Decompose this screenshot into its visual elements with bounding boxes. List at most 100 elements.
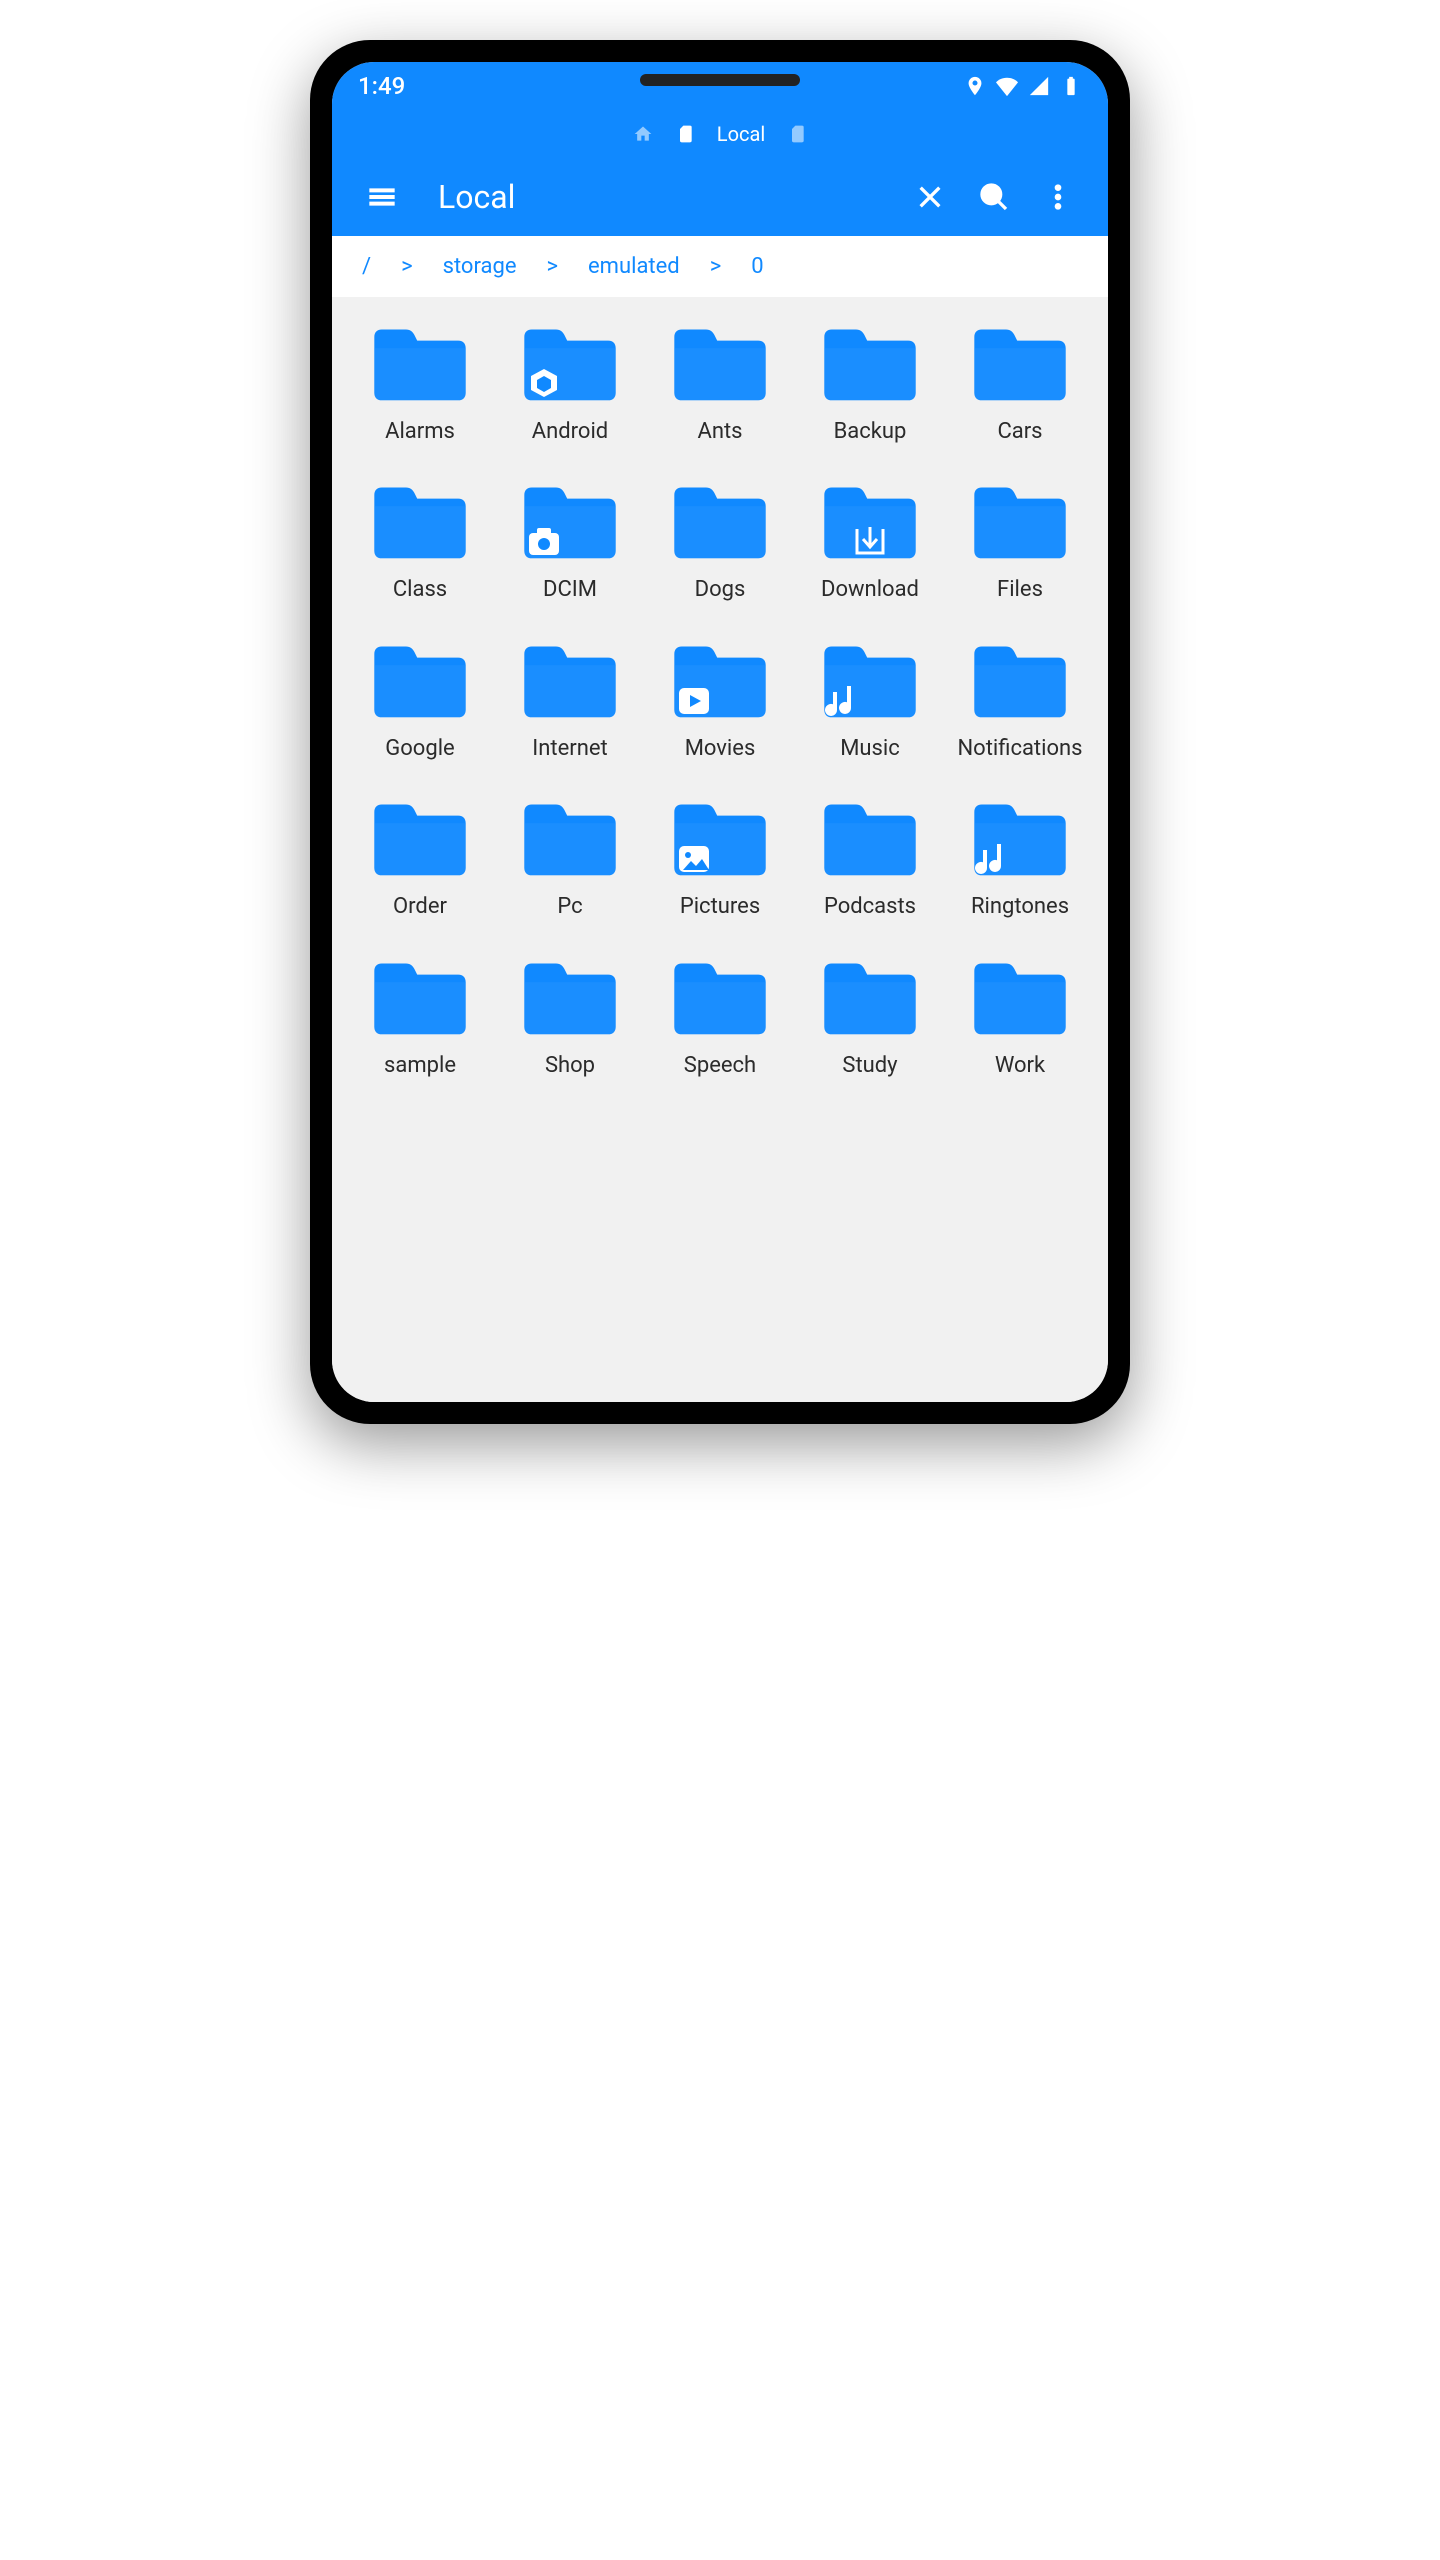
folder-item[interactable]: Ringtones bbox=[950, 792, 1090, 920]
menu-button[interactable] bbox=[354, 169, 410, 225]
music-icon bbox=[825, 682, 863, 720]
chin-spacer bbox=[332, 1342, 1108, 1402]
status-bar: 1:49 bbox=[332, 62, 1108, 110]
folder-item[interactable]: DCIM bbox=[500, 475, 640, 603]
page-title: Local bbox=[438, 178, 894, 216]
folder-label: Pictures bbox=[680, 894, 760, 920]
folder-item[interactable]: Notificati­ons bbox=[950, 634, 1090, 762]
wifi-icon bbox=[996, 75, 1018, 97]
breadcrumb-sep: > bbox=[401, 254, 413, 279]
folder-label: Study bbox=[842, 1053, 897, 1079]
overflow-button[interactable] bbox=[1030, 169, 1086, 225]
folder-item[interactable]: Shop bbox=[500, 951, 640, 1079]
folder-icon bbox=[665, 951, 775, 1043]
folder-item[interactable]: Cars bbox=[950, 317, 1090, 445]
breadcrumb-sep: > bbox=[547, 254, 559, 279]
battery-icon bbox=[1060, 75, 1082, 97]
search-button[interactable] bbox=[966, 169, 1022, 225]
hex-icon bbox=[525, 365, 563, 403]
breadcrumb-part[interactable]: emulated bbox=[588, 254, 680, 279]
folder-item[interactable]: Internet bbox=[500, 634, 640, 762]
device-frame: 1:49 Local Local bbox=[310, 40, 1130, 1424]
folder-item[interactable]: Podcasts bbox=[800, 792, 940, 920]
folder-item[interactable]: Backup bbox=[800, 317, 940, 445]
more-vert-icon bbox=[1042, 181, 1074, 213]
folder-label: Cars bbox=[997, 419, 1042, 445]
folder-icon bbox=[365, 475, 475, 567]
folder-item[interactable]: Movies bbox=[650, 634, 790, 762]
folder-label: sample bbox=[384, 1053, 456, 1079]
folder-item[interactable]: Music bbox=[800, 634, 940, 762]
folder-item[interactable]: Pictures bbox=[650, 792, 790, 920]
sd-icon[interactable] bbox=[675, 124, 695, 144]
folder-label: Pc bbox=[557, 894, 582, 920]
folder-item[interactable]: Study bbox=[800, 951, 940, 1079]
folder-icon bbox=[515, 475, 625, 567]
folder-label: Dogs bbox=[695, 577, 746, 603]
folder-label: Music bbox=[840, 736, 900, 762]
folder-icon bbox=[965, 634, 1075, 726]
folder-icon bbox=[515, 317, 625, 409]
folder-icon bbox=[515, 792, 625, 884]
folder-grid: Alarms Android Ants Backup Cars Class bbox=[332, 297, 1108, 1342]
folder-item[interactable]: Google bbox=[350, 634, 490, 762]
folder-item[interactable]: sample bbox=[350, 951, 490, 1079]
folder-icon bbox=[365, 317, 475, 409]
folder-label: Android bbox=[532, 419, 608, 445]
folder-icon bbox=[665, 634, 775, 726]
folder-item[interactable]: Download bbox=[800, 475, 940, 603]
folder-icon bbox=[365, 634, 475, 726]
folder-icon bbox=[665, 792, 775, 884]
folder-item[interactable]: Dogs bbox=[650, 475, 790, 603]
folder-label: Internet bbox=[532, 736, 607, 762]
home-icon[interactable] bbox=[633, 124, 653, 144]
folder-label: Ringtones bbox=[971, 894, 1069, 920]
folder-icon bbox=[515, 951, 625, 1043]
close-icon bbox=[914, 181, 946, 213]
folder-label: Class bbox=[393, 577, 447, 603]
folder-label: Podcasts bbox=[824, 894, 916, 920]
folder-icon bbox=[815, 951, 925, 1043]
folder-label: Ants bbox=[697, 419, 742, 445]
toolbar: Local bbox=[332, 158, 1108, 236]
breadcrumb-part[interactable]: storage bbox=[443, 254, 517, 279]
clock: 1:49 bbox=[358, 72, 405, 100]
folder-icon bbox=[965, 792, 1075, 884]
folder-icon bbox=[965, 317, 1075, 409]
location-icon bbox=[964, 75, 986, 97]
folder-icon bbox=[815, 475, 925, 567]
folder-icon bbox=[965, 951, 1075, 1043]
folder-label: Google bbox=[385, 736, 454, 762]
breadcrumb: / > storage > emulated > 0 bbox=[332, 236, 1108, 297]
folder-icon bbox=[815, 634, 925, 726]
music-icon bbox=[975, 840, 1013, 878]
folder-item[interactable]: Alarms bbox=[350, 317, 490, 445]
folder-item[interactable]: Files bbox=[950, 475, 1090, 603]
folder-item[interactable]: Android bbox=[500, 317, 640, 445]
folder-label: DCIM bbox=[543, 577, 597, 603]
sd2-icon[interactable] bbox=[787, 124, 807, 144]
download-icon bbox=[851, 523, 889, 561]
folder-label: Download bbox=[821, 577, 919, 603]
tabstrip-label[interactable]: Local bbox=[717, 122, 765, 146]
hamburger-icon bbox=[366, 181, 398, 213]
search-icon bbox=[978, 181, 1010, 213]
close-button[interactable] bbox=[902, 169, 958, 225]
folder-item[interactable]: Work bbox=[950, 951, 1090, 1079]
signal-icon bbox=[1028, 75, 1050, 97]
folder-icon bbox=[665, 475, 775, 567]
folder-item[interactable]: Speech bbox=[650, 951, 790, 1079]
camera-icon bbox=[525, 523, 563, 561]
folder-icon bbox=[965, 475, 1075, 567]
folder-icon bbox=[365, 792, 475, 884]
folder-item[interactable]: Pc bbox=[500, 792, 640, 920]
status-icons bbox=[964, 75, 1082, 97]
breadcrumb-root[interactable]: / bbox=[362, 254, 371, 279]
folder-label: Work bbox=[995, 1053, 1045, 1079]
folder-label: Backup bbox=[834, 419, 907, 445]
folder-item[interactable]: Order bbox=[350, 792, 490, 920]
folder-item[interactable]: Class bbox=[350, 475, 490, 603]
breadcrumb-part[interactable]: 0 bbox=[751, 254, 763, 279]
folder-label: Shop bbox=[545, 1053, 595, 1079]
folder-item[interactable]: Ants bbox=[650, 317, 790, 445]
